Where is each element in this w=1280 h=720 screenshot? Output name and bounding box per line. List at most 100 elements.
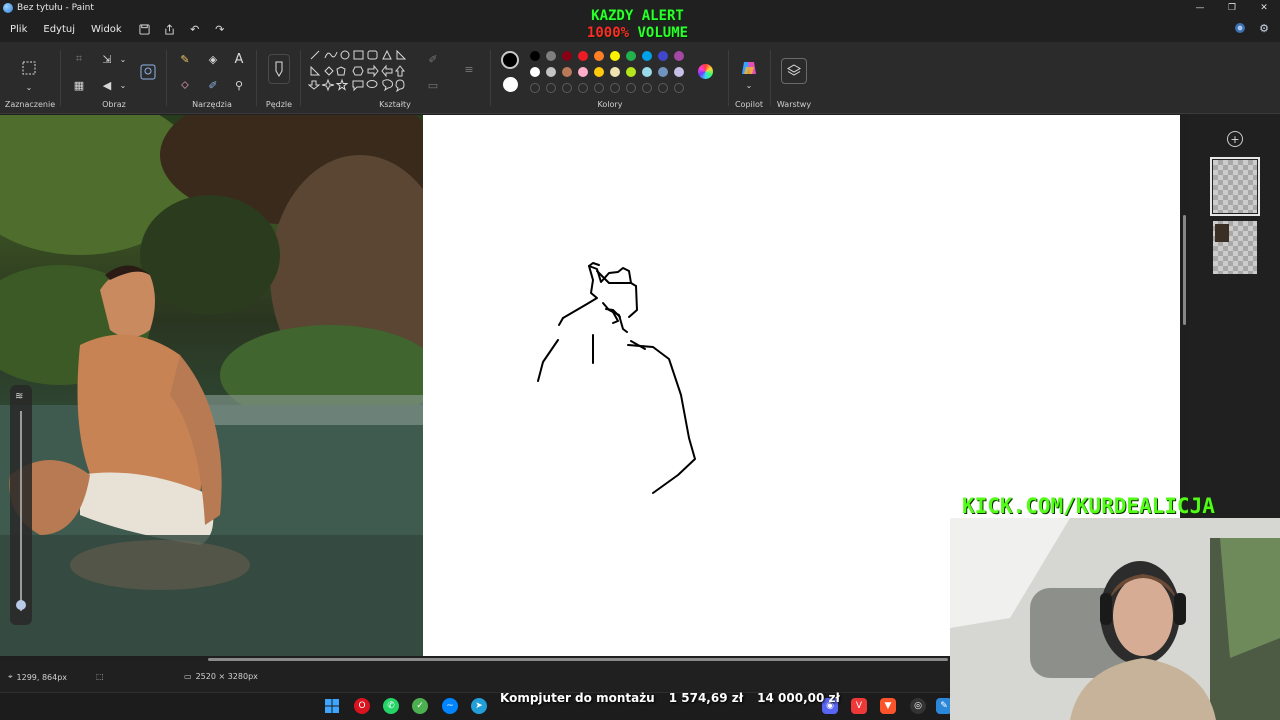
eraser-icon[interactable]: ⬦ — [176, 76, 194, 94]
menu-edit[interactable]: Edytuj — [35, 24, 83, 35]
crop-icon[interactable]: ⌗ — [70, 50, 88, 68]
custom-color-slot[interactable] — [642, 83, 652, 93]
group-shapes: ✐ ▭ ≡ Kształty — [302, 42, 488, 114]
ribbon-divider — [728, 50, 729, 106]
ribbon-divider — [490, 50, 491, 106]
horizontal-scrollbar-thumb[interactable] — [208, 658, 948, 661]
image-select-icon[interactable]: ▦ — [70, 76, 88, 94]
layer-thumbnail-1[interactable] — [1210, 157, 1260, 216]
group-label-layers: Warstwy — [776, 100, 812, 109]
primary-color-swatch[interactable] — [501, 51, 519, 69]
group-label-brushes: Pędzle — [265, 100, 293, 109]
shape-outline-icon[interactable]: ✐ — [424, 50, 442, 68]
custom-color-slot[interactable] — [594, 83, 604, 93]
group-label-copilot: Copilot — [734, 100, 764, 109]
shape-fill-icon[interactable]: ▭ — [424, 76, 442, 94]
palette-swatch[interactable] — [546, 51, 556, 61]
ribbon-toolbar: ⌄ Zaznaczenie ⌗ ⇲ ⌄ ▦ ◀ ⌄ Obraz ✎ ◈ A ⬦ … — [0, 42, 1280, 114]
resize-dropdown-chevron-icon[interactable]: ⌄ — [114, 50, 132, 68]
vivaldi-icon[interactable]: V — [851, 698, 867, 714]
palette-swatch[interactable] — [546, 67, 556, 77]
app-green-icon[interactable]: ✓ — [412, 698, 428, 714]
vertical-scrollbar-thumb[interactable] — [1183, 215, 1186, 325]
group-layers: Warstwy — [772, 42, 816, 114]
windows-start-icon[interactable] — [324, 698, 340, 714]
save-icon[interactable] — [135, 19, 155, 39]
palette-swatch[interactable] — [626, 67, 636, 77]
palette-swatch[interactable] — [610, 51, 620, 61]
color-picker-icon[interactable]: ✐ — [204, 76, 222, 94]
layer-thumbnail-2[interactable] — [1213, 221, 1257, 274]
whatsapp-icon[interactable]: ✆ — [383, 698, 399, 714]
menu-file[interactable]: Plik — [2, 24, 35, 35]
select-dropdown-chevron-icon[interactable]: ⌄ — [20, 78, 38, 96]
rotate-dropdown-chevron-icon[interactable]: ⌄ — [114, 76, 132, 94]
close-button[interactable]: ✕ — [1248, 0, 1280, 16]
pencil-icon[interactable]: ✎ — [176, 50, 194, 68]
group-label-image: Obraz — [102, 100, 126, 109]
copilot-icon[interactable] — [739, 58, 759, 78]
palette-swatch[interactable] — [594, 51, 604, 61]
brush-icon[interactable] — [268, 54, 290, 84]
custom-color-slot[interactable] — [530, 83, 540, 93]
shape-size-icon[interactable]: ≡ — [460, 60, 478, 78]
zoom-slider-handle[interactable] — [16, 600, 26, 610]
custom-color-slot[interactable] — [562, 83, 572, 93]
palette-swatch[interactable] — [658, 67, 668, 77]
messenger-icon[interactable]: ~ — [442, 698, 458, 714]
magnifier-icon[interactable]: ⚲ — [230, 76, 248, 94]
share-icon[interactable] — [160, 19, 180, 39]
custom-color-slot[interactable] — [610, 83, 620, 93]
layers-stack-icon[interactable] — [781, 58, 807, 84]
undo-icon[interactable]: ↶ — [185, 19, 205, 39]
palette-swatch[interactable] — [578, 51, 588, 61]
palette-swatch[interactable] — [674, 51, 684, 61]
zoom-slider[interactable]: ≋ — [10, 385, 32, 625]
brave-icon[interactable]: ▼ — [880, 698, 896, 714]
palette-swatch[interactable] — [626, 51, 636, 61]
donation-goal-ticker: Kompjuter do montażu 1 574,69 zł 14 000,… — [500, 684, 840, 712]
opera-icon[interactable]: O — [354, 698, 370, 714]
remove-background-icon[interactable] — [138, 62, 158, 82]
menu-view[interactable]: Widok — [83, 24, 130, 35]
maximize-button[interactable]: ❐ — [1216, 0, 1248, 16]
custom-color-slot[interactable] — [546, 83, 556, 93]
palette-swatch[interactable] — [562, 67, 572, 77]
palette-swatch[interactable] — [658, 51, 668, 61]
custom-color-slot[interactable] — [578, 83, 588, 93]
palette-swatch[interactable] — [642, 51, 652, 61]
palette-swatch[interactable] — [594, 67, 604, 77]
obs-icon[interactable]: ◎ — [910, 698, 926, 714]
palette-swatch[interactable] — [578, 67, 588, 77]
palette-swatch[interactable] — [610, 67, 620, 77]
zoom-slider-track[interactable] — [20, 411, 22, 611]
telegram-icon[interactable]: ➤ — [471, 698, 487, 714]
alert-line1: KAZDY ALERT — [591, 8, 684, 24]
group-label-shapes: Kształty — [379, 100, 411, 109]
streamer-webcam — [950, 518, 1280, 720]
palette-swatch[interactable] — [642, 67, 652, 77]
text-tool-icon[interactable]: A — [230, 50, 248, 68]
select-rectangle-icon[interactable] — [19, 58, 39, 78]
custom-color-slot[interactable] — [626, 83, 636, 93]
group-image: ⌗ ⇲ ⌄ ▦ ◀ ⌄ Obraz — [62, 42, 166, 114]
custom-color-slot[interactable] — [674, 83, 684, 93]
edit-colors-wheel-icon[interactable] — [698, 64, 713, 79]
custom-color-slot[interactable] — [658, 83, 668, 93]
copilot-chevron-icon[interactable]: ⌄ — [740, 76, 758, 94]
palette-swatch[interactable] — [674, 67, 684, 77]
paint-app-icon — [3, 3, 13, 13]
fill-bucket-icon[interactable]: ◈ — [204, 50, 222, 68]
group-selection: ⌄ Zaznaczenie — [0, 42, 60, 114]
secondary-color-swatch[interactable] — [503, 77, 518, 92]
settings-gear-icon[interactable]: ⚙ — [1256, 20, 1272, 36]
account-icon[interactable] — [1232, 20, 1248, 36]
palette-swatch[interactable] — [562, 51, 572, 61]
add-layer-button[interactable]: + — [1227, 131, 1243, 147]
palette-swatch[interactable] — [530, 51, 540, 61]
minimize-button[interactable]: — — [1184, 0, 1216, 16]
window-controls: — ❐ ✕ — [1184, 0, 1280, 16]
shapes-gallery[interactable] — [308, 48, 420, 98]
redo-icon[interactable]: ↷ — [210, 19, 230, 39]
palette-swatch[interactable] — [530, 67, 540, 77]
